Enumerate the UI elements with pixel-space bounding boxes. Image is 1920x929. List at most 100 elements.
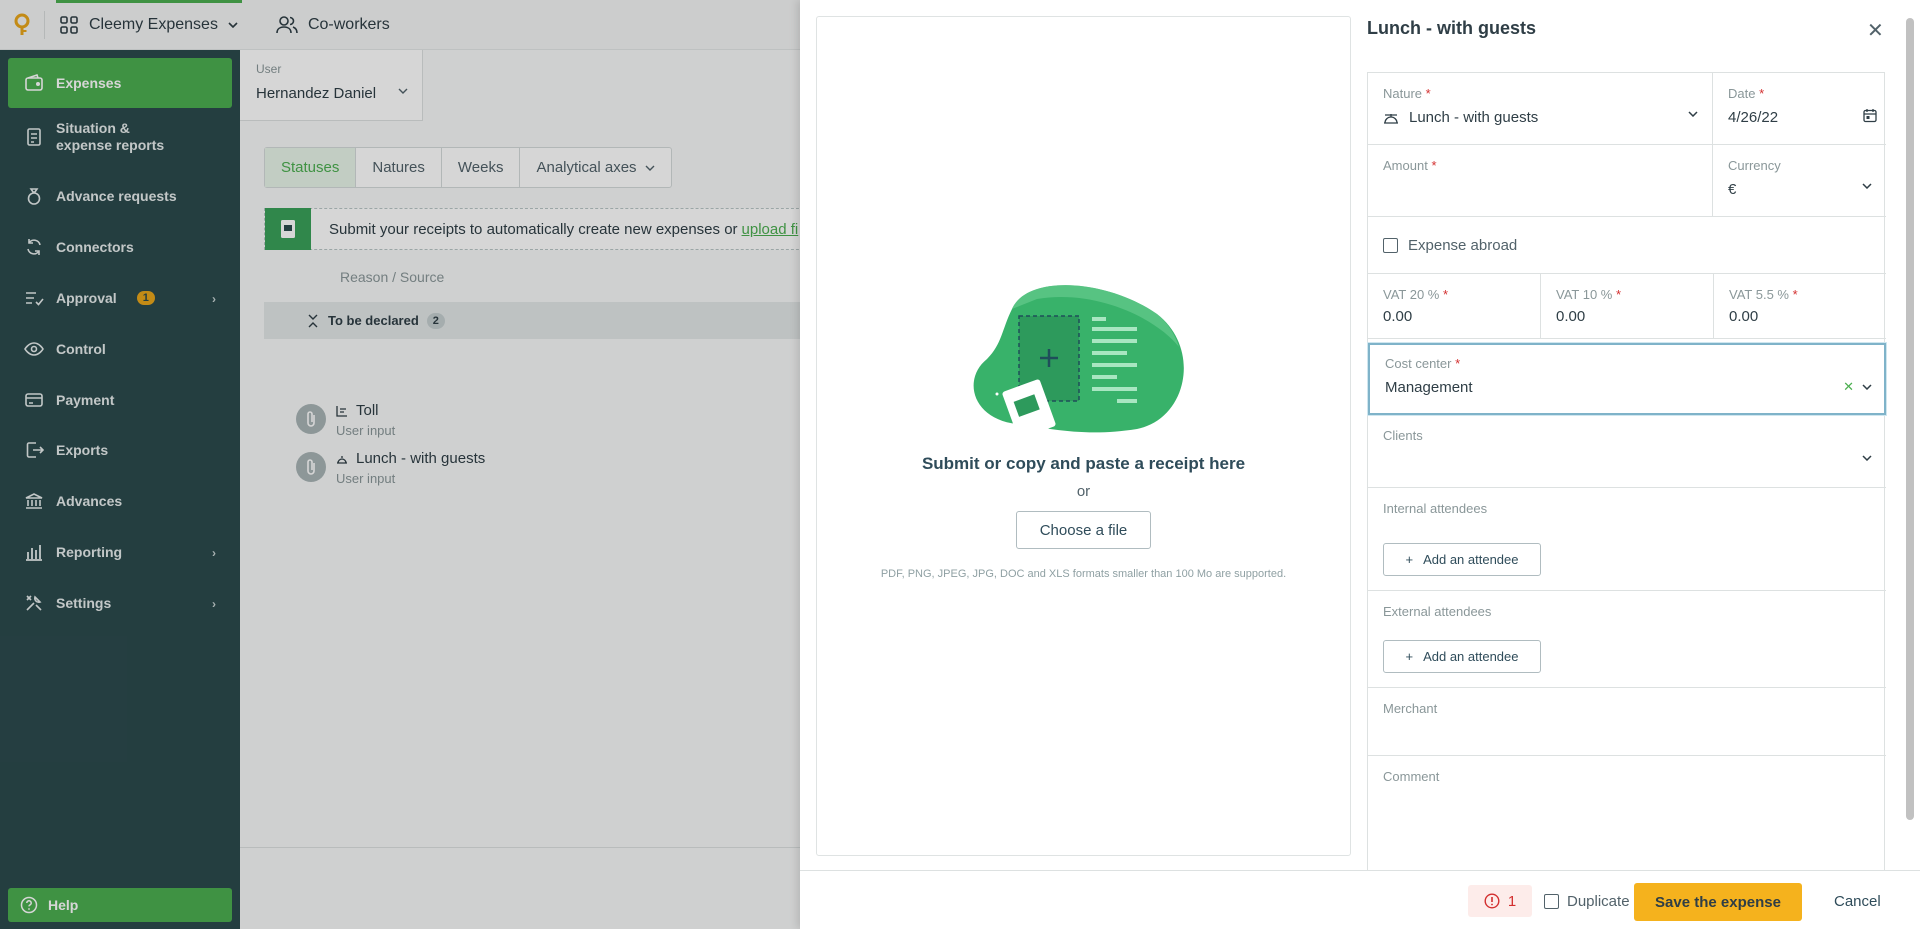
sidebar-item-settings[interactable]: Settings ›: [8, 578, 232, 628]
user-value: Hernandez Daniel: [256, 85, 377, 102]
plus-icon: +: [1405, 552, 1414, 567]
upload-banner: Submit your receipts to automatically cr…: [264, 208, 824, 250]
cost-center-select[interactable]: Cost center * Management ✕: [1368, 343, 1886, 415]
plus-icon: +: [1405, 649, 1414, 664]
sidebar-item-label: Reporting: [56, 543, 123, 560]
checkbox[interactable]: [1383, 238, 1398, 253]
vat20-label: VAT 20 % *: [1383, 287, 1449, 302]
item-source: User input: [336, 423, 396, 438]
list-item[interactable]: Lunch - with guests User input: [296, 446, 816, 490]
expense-abroad-label: Expense abroad: [1408, 237, 1518, 254]
sidebar-item-label: Payment: [56, 391, 115, 408]
main-footer-divider: [240, 847, 800, 848]
sidebar-item-reporting[interactable]: Reporting ›: [8, 527, 232, 577]
add-internal-attendee-button[interactable]: + Add an attendee: [1383, 543, 1541, 576]
chevron-down-icon: [1862, 455, 1872, 461]
group-to-be-declared[interactable]: To be declared 2: [264, 302, 824, 339]
date-value: 4/26/22: [1728, 109, 1779, 126]
panel-footer: 1 Duplicate Save the expense Cancel: [800, 870, 1920, 929]
panel-scrollbar[interactable]: [1904, 18, 1916, 866]
sidebar-item-label: Approval: [56, 289, 117, 306]
amount-field[interactable]: Amount *: [1368, 145, 1712, 217]
tab-analytical-axes[interactable]: Analytical axes: [520, 148, 670, 187]
tab-weeks[interactable]: Weeks: [442, 148, 521, 187]
dropzone-or: or: [1076, 483, 1091, 500]
date-label: Date *: [1728, 86, 1765, 101]
vat20-value: 0.00: [1383, 308, 1413, 325]
internal-attendees-label: Internal attendees: [1383, 501, 1488, 516]
cost-center-value: Management: [1385, 379, 1473, 396]
merchant-field[interactable]: Merchant: [1368, 688, 1886, 756]
cloche-icon: [337, 455, 347, 464]
external-attendees-label: External attendees: [1383, 604, 1492, 619]
help-button[interactable]: Help: [8, 888, 232, 922]
item-source: User input: [336, 471, 396, 486]
clear-icon[interactable]: ✕: [1843, 379, 1854, 395]
comment-field[interactable]: Comment: [1368, 756, 1886, 871]
sidebar-item-payment[interactable]: Payment: [8, 375, 232, 425]
chevron-down-icon: [228, 21, 238, 28]
sidebar-item-control[interactable]: Control: [8, 324, 232, 374]
expense-form: Nature * Lunch - with guests Date * 4/26…: [1367, 72, 1886, 872]
nature-select[interactable]: Nature * Lunch - with guests: [1368, 73, 1712, 145]
app-switcher[interactable]: Cleemy Expenses: [59, 15, 238, 35]
internal-attendees-section: Internal attendees + Add an attendee: [1368, 488, 1886, 591]
sidebar-item-situation-reports[interactable]: Situation & expense reports: [8, 112, 232, 162]
add-external-attendee-button[interactable]: + Add an attendee: [1383, 640, 1541, 673]
grid-icon: [60, 15, 78, 34]
sidebar-item-label: Control: [56, 340, 106, 357]
sync-icon: [27, 239, 41, 255]
credit-card-icon: [25, 393, 43, 407]
upload-files-link[interactable]: upload fi: [742, 221, 799, 238]
export-icon: [26, 442, 44, 458]
sidebar-item-label: Situation & expense reports: [56, 120, 165, 153]
save-button[interactable]: Save the expense: [1634, 883, 1802, 921]
vat20-field[interactable]: VAT 20 % * 0.00: [1368, 274, 1540, 339]
date-field[interactable]: Date * 4/26/22: [1713, 73, 1886, 145]
tools-icon: [26, 595, 42, 611]
vat55-value: 0.00: [1729, 308, 1759, 325]
error-count-badge[interactable]: 1: [1468, 885, 1532, 917]
chevron-down-icon: [1862, 384, 1872, 390]
duplicate-checkbox[interactable]: Duplicate: [1544, 893, 1630, 910]
chevron-down-icon: [398, 88, 408, 94]
clients-select[interactable]: Clients: [1368, 415, 1886, 488]
clients-label: Clients: [1383, 428, 1423, 443]
view-tabs: Statuses Natures Weeks Analytical axes: [264, 147, 672, 188]
sidebar-item-exports[interactable]: Exports: [8, 425, 232, 475]
expense-panel: Submit or copy and paste a receipt here …: [800, 0, 1920, 929]
cost-center-label: Cost center *: [1385, 356, 1461, 371]
list-item[interactable]: Toll User input: [296, 398, 816, 442]
vat55-field[interactable]: VAT 5.5 % * 0.00: [1714, 274, 1886, 339]
supported-formats: PDF, PNG, JPEG, JPG, DOC and XLS formats…: [880, 568, 1287, 580]
coworkers-link[interactable]: Co-workers: [276, 15, 390, 35]
wallet-icon: [25, 73, 43, 91]
sidebar-item-approval[interactable]: Approval 1 ›: [8, 273, 232, 323]
expense-abroad-checkbox[interactable]: Expense abroad: [1368, 217, 1886, 274]
tab-statuses[interactable]: Statuses: [265, 148, 357, 187]
group-label: To be declared: [328, 313, 419, 328]
checkbox[interactable]: [1544, 894, 1559, 909]
sidebar-item-advance-requests[interactable]: Advance requests: [8, 171, 232, 221]
vat10-field[interactable]: VAT 10 % * 0.00: [1541, 274, 1713, 339]
choose-file-button[interactable]: Choose a file: [1016, 511, 1151, 549]
cancel-button[interactable]: Cancel: [1834, 893, 1881, 910]
duplicate-label: Duplicate: [1567, 893, 1630, 910]
sidebar-item-connectors[interactable]: Connectors: [8, 222, 232, 272]
item-title: Lunch - with guests: [356, 450, 486, 467]
currency-select[interactable]: Currency €: [1713, 145, 1886, 217]
logo-icon[interactable]: [0, 13, 44, 37]
receipt-dropzone[interactable]: Submit or copy and paste a receipt here …: [816, 16, 1351, 856]
topbar-divider: [44, 10, 45, 39]
comment-label: Comment: [1383, 769, 1440, 784]
calendar-icon[interactable]: [1863, 108, 1877, 123]
toll-icon: [336, 405, 347, 417]
tab-natures[interactable]: Natures: [356, 148, 442, 187]
user-selector[interactable]: User Hernandez Daniel: [240, 50, 423, 121]
close-icon[interactable]: ✕: [1867, 18, 1884, 43]
scrollbar-thumb[interactable]: [1906, 18, 1914, 820]
chevron-down-icon: [1688, 111, 1698, 117]
sidebar-item-expenses[interactable]: Expenses: [8, 58, 232, 108]
sidebar-item-advances[interactable]: Advances: [8, 476, 232, 526]
chevron-right-icon: ›: [212, 597, 216, 611]
